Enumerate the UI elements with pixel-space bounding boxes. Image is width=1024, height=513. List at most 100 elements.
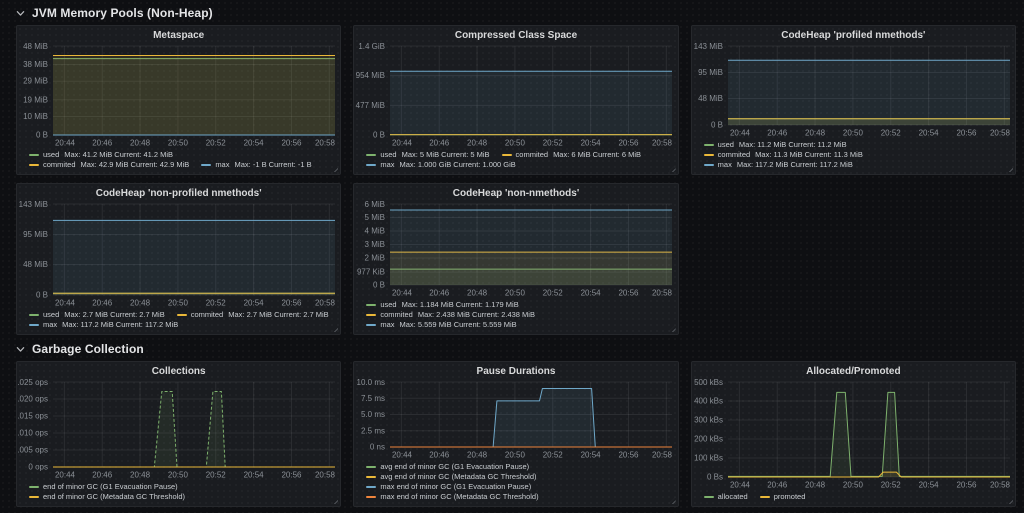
legend-series-label: max (380, 320, 394, 330)
svg-text:20:50: 20:50 (168, 471, 189, 480)
legend-item[interactable]: max end of minor GC (G1 Evacuation Pause… (366, 482, 531, 492)
chart-legend: usedMax: 5 MiB Current: 5 MiB commitedMax… (354, 149, 677, 174)
legend-series-label: allocated (718, 492, 748, 502)
legend-item[interactable]: max Max: -1 B Current: -1 B (201, 160, 311, 170)
legend-item[interactable]: maxMax: 5.559 MiB Current: 5.559 MiB (366, 320, 516, 330)
legend-series-label: commited (43, 160, 76, 170)
legend-series-stats: Max: 11.2 MiB Current: 11.2 MiB (739, 140, 847, 150)
svg-text:20:44: 20:44 (55, 139, 76, 148)
svg-text:20:48: 20:48 (467, 289, 488, 298)
svg-text:20:52: 20:52 (206, 139, 227, 148)
legend-item[interactable]: usedMax: 41.2 MiB Current: 41.2 MiB (29, 150, 173, 160)
svg-text:0 B: 0 B (711, 121, 723, 130)
legend-series-label: used (380, 150, 396, 160)
section-header-garbage-collection[interactable]: Garbage Collection (16, 339, 1016, 359)
svg-text:48 MiB: 48 MiB (23, 260, 48, 269)
panel-title[interactable]: CodeHeap 'profiled nmethods' (692, 26, 1015, 42)
svg-text:0 Bs: 0 Bs (707, 473, 723, 482)
svg-text:20:54: 20:54 (581, 139, 602, 148)
legend-series-color-icon (29, 154, 39, 156)
chart-plot-area[interactable]: 0 ops0.005 ops0.010 ops0.015 ops0.020 op… (17, 378, 340, 481)
svg-text:20:46: 20:46 (767, 481, 788, 490)
svg-text:20:46: 20:46 (92, 139, 113, 148)
legend-series-color-icon (502, 154, 512, 156)
legend-item[interactable]: promoted (760, 492, 806, 502)
panel-pause-durations: Pause Durations0 ns2.5 ms5.0 ms7.5 ms10.… (353, 361, 678, 507)
svg-text:2 MiB: 2 MiB (365, 254, 385, 263)
svg-text:20:50: 20:50 (843, 129, 864, 138)
svg-text:20:48: 20:48 (467, 139, 488, 148)
legend-item[interactable]: maxMax: 117.2 MiB Current: 117.2 MiB (29, 320, 178, 330)
chart-legend: end of minor GC (G1 Evacuation Pause)end… (17, 481, 340, 506)
legend-series-label: max end of minor GC (G1 Evacuation Pause… (380, 482, 531, 492)
chart-plot-area[interactable]: 0 B48 MiB95 MiB143 MiB20:4420:4620:4820:… (17, 200, 340, 309)
panel-grid-garbage-collection: Collections0 ops0.005 ops0.010 ops0.015 … (16, 361, 1016, 507)
svg-text:20:44: 20:44 (392, 139, 413, 148)
legend-item[interactable]: usedMax: 2.7 MiB Current: 2.7 MiB (29, 310, 165, 320)
chart-plot-area[interactable]: 0 B10 MiB19 MiB29 MiB38 MiB48 MiB20:4420… (17, 42, 340, 149)
legend-item[interactable]: allocated (704, 492, 748, 502)
legend-item[interactable]: maxMax: 117.2 MiB Current: 117.2 MiB (704, 160, 853, 170)
panel-title[interactable]: Pause Durations (354, 362, 677, 378)
panel-title[interactable]: Collections (17, 362, 340, 378)
svg-text:143 MiB: 143 MiB (19, 200, 48, 209)
panel-grid-non-heap-row-2: CodeHeap 'non-profiled nmethods'0 B48 Mi… (16, 183, 1016, 335)
legend-series-label: max (718, 160, 732, 170)
svg-text:29 MiB: 29 MiB (23, 77, 48, 86)
svg-text:20:50: 20:50 (505, 289, 526, 298)
legend-item[interactable]: maxMax: 1.000 GiB Current: 1.000 GiB (366, 160, 515, 170)
svg-text:954 MiB: 954 MiB (356, 71, 385, 80)
svg-text:100 kBs: 100 kBs (694, 454, 723, 463)
svg-text:20:56: 20:56 (281, 299, 302, 308)
panel-title[interactable]: CodeHeap 'non-nmethods' (354, 184, 677, 200)
chart-plot-area[interactable]: 0 B48 MiB95 MiB143 MiB20:4420:4620:4820:… (692, 42, 1015, 139)
legend-series-label: used (43, 150, 59, 160)
legend-series-label: used (718, 140, 734, 150)
legend-series-stats: Max: -1 B Current: -1 B (234, 160, 311, 170)
legend-item[interactable]: end of minor GC (G1 Evacuation Pause) (29, 482, 178, 492)
svg-text:477 MiB: 477 MiB (356, 101, 385, 110)
legend-series-color-icon (29, 164, 39, 166)
panel-title[interactable]: Allocated/Promoted (692, 362, 1015, 378)
svg-text:5.0 ms: 5.0 ms (361, 410, 385, 419)
svg-text:20:46: 20:46 (430, 289, 451, 298)
chart-plot-area[interactable]: 0 B977 KiB2 MiB3 MiB4 MiB5 MiB6 MiB20:44… (354, 200, 677, 299)
legend-item[interactable]: commitedMax: 6 MiB Current: 6 MiB (502, 150, 641, 160)
panel-title[interactable]: Compressed Class Space (354, 26, 677, 42)
legend-item[interactable]: usedMax: 1.184 MiB Current: 1.179 MiB (366, 300, 518, 310)
svg-text:20:58: 20:58 (315, 471, 336, 480)
svg-text:20:54: 20:54 (581, 289, 602, 298)
chart-plot-area[interactable]: 0 ns2.5 ms5.0 ms7.5 ms10.0 ms20:4420:462… (354, 378, 677, 461)
svg-text:20:46: 20:46 (767, 129, 788, 138)
chart-plot-area[interactable]: 0 B477 MiB954 MiB1.4 GiB20:4420:4620:482… (354, 42, 677, 149)
legend-item[interactable]: commitedMax: 2.438 MiB Current: 2.438 Mi… (366, 310, 535, 320)
svg-text:20:58: 20:58 (990, 481, 1011, 490)
legend-series-label: max end of minor GC (Metadata GC Thresho… (380, 492, 538, 502)
section-header-jvm-memory-pools-non-heap[interactable]: JVM Memory Pools (Non-Heap) (16, 3, 1016, 23)
legend-item[interactable]: avg end of minor GC (G1 Evacuation Pause… (366, 462, 529, 472)
legend-item[interactable]: commitedMax: 2.7 MiB Current: 2.7 MiB (177, 310, 329, 320)
panel-title[interactable]: CodeHeap 'non-profiled nmethods' (17, 184, 340, 200)
svg-text:20:46: 20:46 (430, 139, 451, 148)
legend-item[interactable]: end of minor GC (Metadata GC Threshold) (29, 492, 185, 502)
legend-item[interactable]: commitedMax: 42.9 MiB Current: 42.9 MiB (29, 160, 189, 170)
svg-text:20:50: 20:50 (168, 299, 189, 308)
legend-series-color-icon (29, 314, 39, 316)
svg-text:20:56: 20:56 (281, 139, 302, 148)
chart-legend: allocated promoted (692, 491, 1015, 506)
legend-item[interactable]: avg end of minor GC (Metadata GC Thresho… (366, 472, 536, 482)
legend-series-label: end of minor GC (Metadata GC Threshold) (43, 492, 185, 502)
legend-series-label: avg end of minor GC (G1 Evacuation Pause… (380, 462, 529, 472)
legend-item[interactable]: commitedMax: 11.3 MiB Current: 11.3 MiB (704, 150, 863, 160)
svg-text:20:50: 20:50 (505, 451, 526, 460)
legend-series-stats: Max: 1.000 GiB Current: 1.000 GiB (400, 160, 516, 170)
chart-plot-area[interactable]: 0 Bs100 kBs200 kBs300 kBs400 kBs500 kBs2… (692, 378, 1015, 491)
legend-item[interactable]: usedMax: 5 MiB Current: 5 MiB (366, 150, 489, 160)
svg-text:977 KiB: 977 KiB (357, 268, 385, 277)
svg-text:7.5 ms: 7.5 ms (361, 394, 385, 403)
legend-item[interactable]: max end of minor GC (Metadata GC Thresho… (366, 492, 538, 502)
legend-item[interactable]: used Max: 11.2 MiB Current: 11.2 MiB (704, 140, 847, 150)
legend-series-color-icon (366, 314, 376, 316)
panel-title[interactable]: Metaspace (17, 26, 340, 42)
legend-series-label: max (215, 160, 229, 170)
